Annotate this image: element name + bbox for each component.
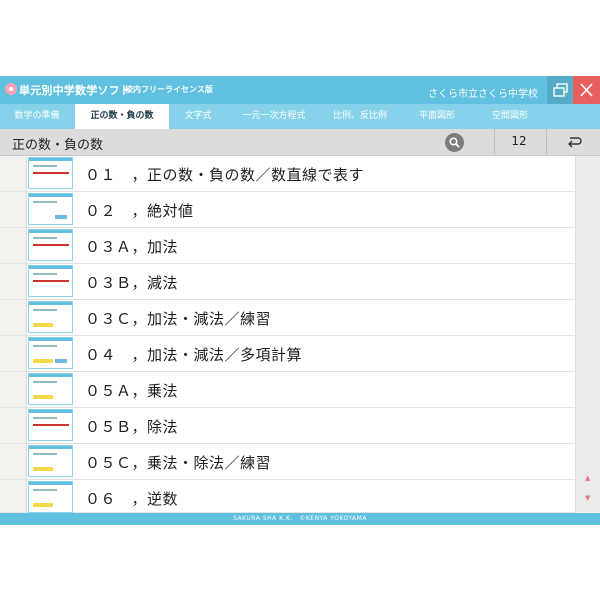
lesson-label: ０５Ｃ，乗法・除法／練習	[85, 454, 272, 472]
lesson-thumbnail	[28, 481, 73, 513]
tab-linear-equations[interactable]: 一元一次方程式	[227, 104, 321, 129]
lesson-list: ０１ ，正の数・負の数／数直線で表す ０２ ，絶対値 ０３Ａ，加法 ０３Ｂ，減法…	[0, 156, 575, 513]
lesson-label: ０１ ，正の数・負の数／数直線で表す	[85, 166, 365, 184]
list-scrollbar[interactable]: ▲ ▼	[575, 156, 600, 512]
row-gutter	[0, 408, 27, 443]
restore-icon	[553, 83, 568, 97]
lesson-label: ０５Ｂ，除法	[85, 418, 179, 436]
row-gutter	[0, 300, 27, 335]
lesson-thumbnail	[28, 337, 73, 369]
tab-plane-figures[interactable]: 平面図形	[399, 104, 475, 129]
back-icon[interactable]	[566, 134, 582, 148]
tab-proportion[interactable]: 比例、反比例	[322, 104, 398, 129]
lesson-row[interactable]: ０５Ａ，乗法	[0, 372, 575, 408]
lesson-row[interactable]: ０５Ｃ，乗法・除法／練習	[0, 444, 575, 480]
app-title: 単元別中学数学ソフト	[19, 84, 131, 97]
lesson-thumbnail	[28, 265, 73, 297]
lesson-row[interactable]: ０５Ｂ，除法	[0, 408, 575, 444]
restore-button[interactable]	[547, 76, 574, 104]
header-divider	[546, 129, 547, 155]
row-gutter	[0, 228, 27, 263]
section-header: 正の数・負の数 12	[0, 129, 600, 156]
lesson-thumbnail	[28, 229, 73, 261]
lesson-row[interactable]: ０２ ，絶対値	[0, 192, 575, 228]
lesson-thumbnail	[28, 301, 73, 333]
section-title: 正の数・負の数	[12, 138, 104, 153]
scroll-down-icon[interactable]: ▼	[585, 494, 590, 502]
lesson-row[interactable]: ０４ ，加法・減法／多項計算	[0, 336, 575, 372]
scroll-up-icon[interactable]: ▲	[585, 474, 590, 482]
row-gutter	[0, 444, 27, 479]
lesson-label: ０４ ，加法・減法／多項計算	[85, 346, 303, 364]
lesson-label: ０３Ｃ，加法・減法／練習	[85, 310, 272, 328]
lesson-row[interactable]: ０３Ｂ，減法	[0, 264, 575, 300]
row-gutter	[0, 192, 27, 227]
lesson-row[interactable]: ０１ ，正の数・負の数／数直線で表す	[0, 156, 575, 192]
row-gutter	[0, 264, 27, 299]
lesson-thumbnail	[28, 409, 73, 441]
lesson-thumbnail	[28, 193, 73, 225]
lesson-label: ０２ ，絶対値	[85, 202, 194, 220]
edition-label: 校内フリーライセンス版	[125, 85, 213, 94]
school-name: さくら市立さくら中学校	[428, 89, 538, 100]
lesson-thumbnail	[28, 445, 73, 477]
lesson-label: ０３Ａ，加法	[85, 238, 179, 256]
footer-credit: SAKURA-SHA K.K. ©KENYA YOKOYAMA	[0, 513, 600, 525]
row-gutter	[0, 336, 27, 371]
lesson-thumbnail	[28, 373, 73, 405]
lesson-label: ０６ ，逆数	[85, 490, 179, 508]
row-gutter	[0, 156, 27, 191]
tab-prep[interactable]: 数学の準備	[0, 104, 74, 129]
tab-expressions[interactable]: 文字式	[170, 104, 226, 129]
lesson-label: ０３Ｂ，減法	[85, 274, 179, 292]
close-button[interactable]	[573, 76, 600, 104]
tab-solid-figures[interactable]: 空間図形	[476, 104, 544, 129]
header-divider	[494, 129, 495, 155]
lesson-row[interactable]: ０６ ，逆数	[0, 480, 575, 513]
lesson-label: ０５Ａ，乗法	[85, 382, 179, 400]
search-icon	[449, 137, 460, 148]
row-gutter	[0, 480, 27, 512]
lesson-thumbnail	[28, 157, 73, 189]
close-icon	[580, 83, 593, 97]
tab-positive-negative[interactable]: 正の数・負の数	[75, 104, 169, 129]
unit-tab-bar: 数学の準備 正の数・負の数 文字式 一元一次方程式 比例、反比例 平面図形 空間…	[0, 104, 600, 129]
title-bar: 単元別中学数学ソフト 校内フリーライセンス版 さくら市立さくら中学校	[0, 76, 600, 104]
app-window: 単元別中学数学ソフト 校内フリーライセンス版 さくら市立さくら中学校 数学の準備…	[0, 76, 600, 525]
lesson-count: 12	[511, 134, 527, 148]
app-logo-icon	[5, 83, 17, 95]
lesson-row[interactable]: ０３Ｃ，加法・減法／練習	[0, 300, 575, 336]
row-gutter	[0, 372, 27, 407]
lesson-row[interactable]: ０３Ａ，加法	[0, 228, 575, 264]
search-button[interactable]	[445, 133, 464, 152]
